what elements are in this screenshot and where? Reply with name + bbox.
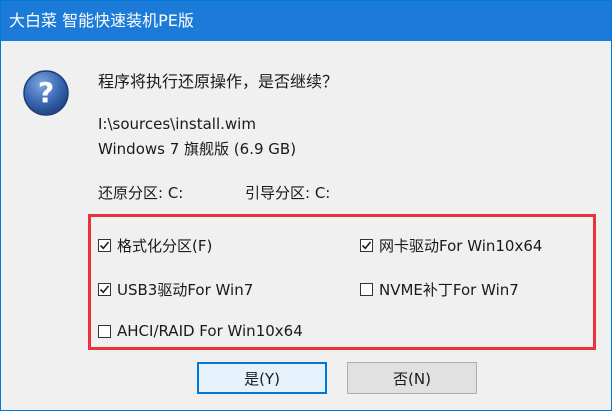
format-partition-checkbox[interactable]: 格式化分区(F) (98, 235, 212, 256)
yes-button[interactable]: 是(Y) (197, 362, 327, 394)
nic-driver-checkbox[interactable]: 网卡驱动For Win10x64 (360, 235, 542, 256)
usb3-driver-checkbox[interactable]: USB3驱动For Win7 (98, 279, 253, 300)
checkbox-unchecked-icon[interactable] (98, 324, 111, 338)
nic-driver-label: 网卡驱动For Win10x64 (379, 237, 543, 255)
question-icon: ? (23, 70, 69, 116)
confirm-question: 程序将执行还原操作，是否继续？ (98, 72, 339, 91)
usb3-driver-label: USB3驱动For Win7 (117, 281, 254, 299)
checkbox-checked-icon[interactable] (98, 239, 111, 252)
windows-edition: Windows 7 旗舰版 (6.9 GB) (98, 140, 297, 158)
nvme-patch-checkbox[interactable]: NVME补丁For Win7 (360, 279, 519, 300)
checkbox-checked-icon[interactable] (98, 283, 111, 296)
no-button[interactable]: 否(N) (347, 362, 477, 394)
title-bar[interactable]: 大白菜 智能快速装机PE版 (1, 1, 611, 41)
checkbox-checked-icon[interactable] (360, 239, 373, 252)
svg-text:?: ? (38, 76, 54, 109)
ahci-raid-label: AHCI/RAID For Win10x64 (117, 322, 303, 340)
format-partition-label: 格式化分区(F) (117, 237, 213, 255)
restore-partition-label: 还原分区: C: (98, 184, 184, 202)
ahci-raid-checkbox[interactable]: AHCI/RAID For Win10x64 (98, 322, 303, 340)
installer-dialog: 大白菜 智能快速装机PE版 ? 程序将执行还原操作，是否继续？ I:\sourc… (0, 0, 612, 411)
boot-partition-label: 引导分区: C: (245, 184, 331, 202)
window-title: 大白菜 智能快速装机PE版 (9, 11, 194, 30)
image-path: I:\sources\install.wim (98, 115, 256, 133)
nvme-patch-label: NVME补丁For Win7 (379, 281, 519, 299)
checkbox-unchecked-icon[interactable] (360, 283, 373, 296)
